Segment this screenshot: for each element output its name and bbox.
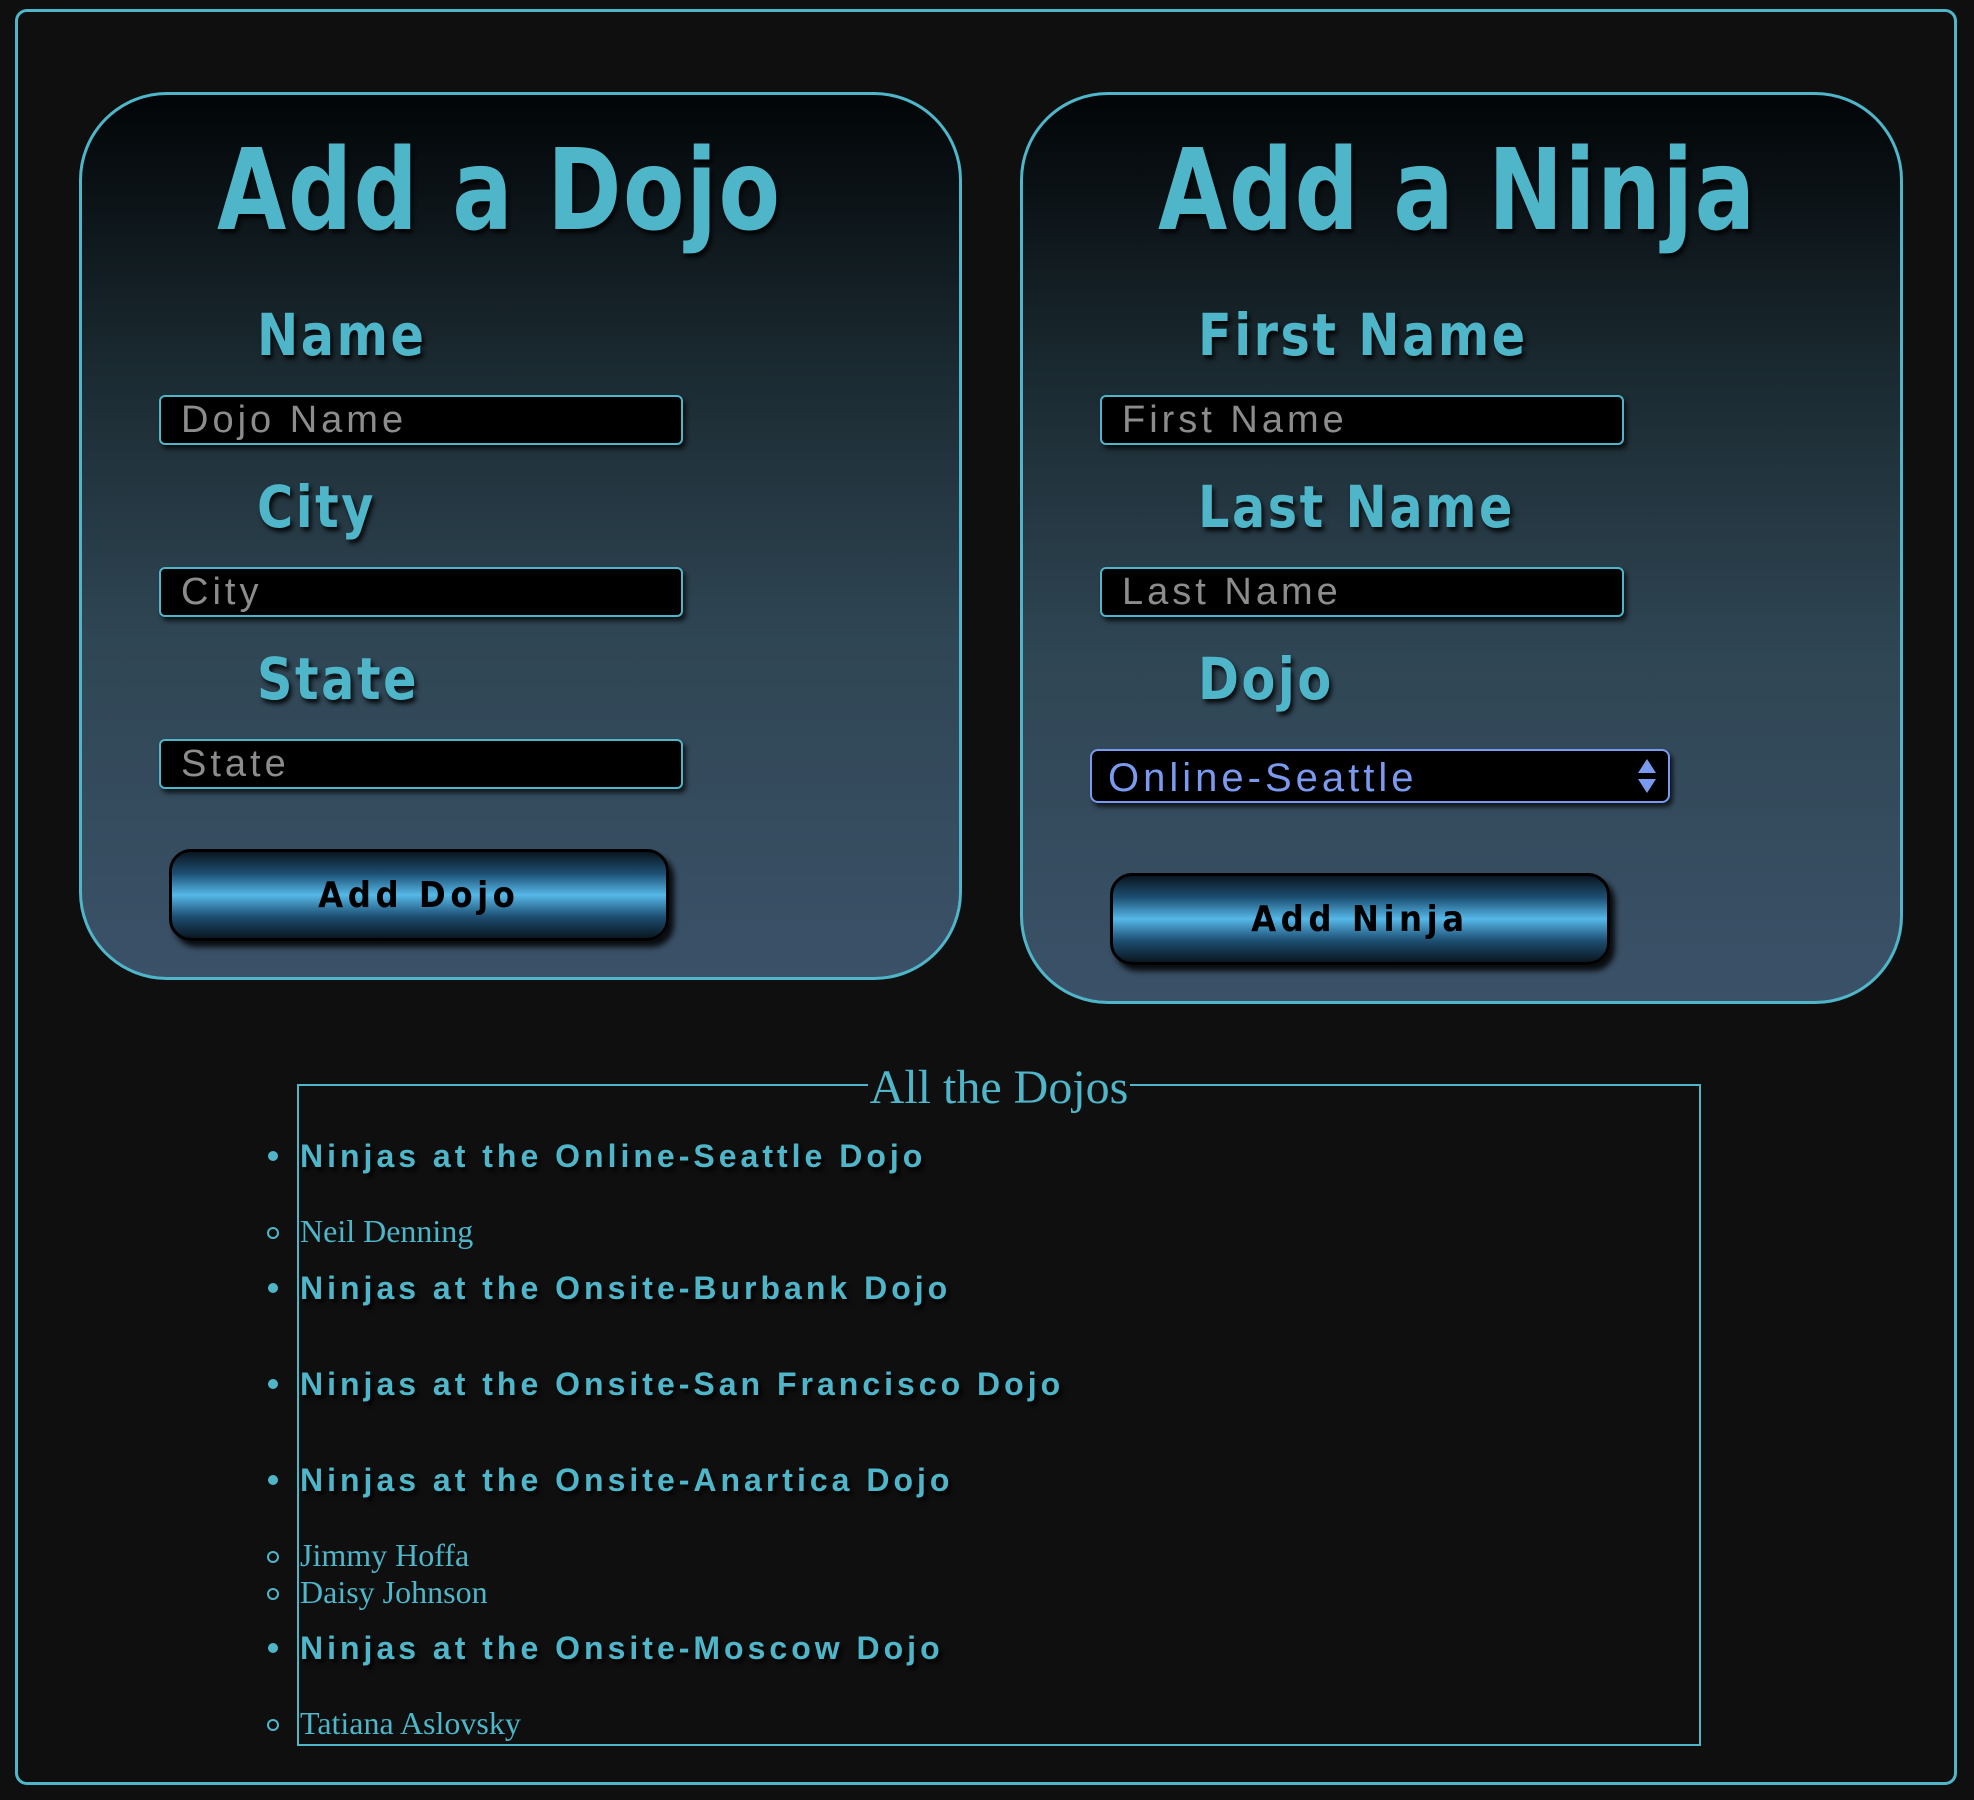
- add-dojo-button-label: Add Dojo: [318, 874, 520, 916]
- disc-bullet: [268, 1475, 278, 1485]
- first-name-input[interactable]: [1100, 395, 1624, 445]
- dojo-heading: Ninjas at the Onsite-Moscow Dojo: [300, 1630, 944, 1666]
- dojo-name-input[interactable]: [159, 395, 683, 445]
- ninja-name: Jimmy Hoffa: [300, 1537, 470, 1573]
- add-ninja-panel: Add a Ninja First Name Last Name Dojo On…: [1020, 92, 1903, 1004]
- dojo-name-label: Name: [257, 301, 427, 369]
- dojo-city-input[interactable]: [159, 567, 683, 617]
- add-ninja-button[interactable]: Add Ninja: [1110, 873, 1610, 965]
- add-dojo-title: Add a Dojo: [217, 126, 782, 256]
- dojo-heading: Ninjas at the Online-Seattle Dojo: [300, 1138, 927, 1174]
- ninja-name: Daisy Johnson: [300, 1574, 488, 1610]
- dojo-heading: Ninjas at the Onsite-Anartica Dojo: [300, 1462, 954, 1498]
- add-dojo-panel: Add a Dojo Name City State Add Dojo: [79, 92, 962, 980]
- first-name-label: First Name: [1198, 301, 1528, 369]
- dojo-state-label: State: [257, 645, 420, 713]
- circle-bullet: [267, 1551, 279, 1563]
- dojo-select[interactable]: Online-Seattle: [1090, 749, 1670, 803]
- select-arrows-icon: [1638, 759, 1656, 793]
- disc-bullet: [268, 1151, 278, 1161]
- add-ninja-title: Add a Ninja: [1158, 126, 1757, 256]
- dojo-heading: Ninjas at the Onsite-San Francisco Dojo: [300, 1366, 1065, 1402]
- dojo-select-label: Dojo: [1198, 645, 1334, 713]
- dojo-select-value: Online-Seattle: [1108, 756, 1418, 800]
- ninja-name: Tatiana Aslovsky: [300, 1705, 521, 1741]
- dojo-heading: Ninjas at the Onsite-Burbank Dojo: [300, 1270, 952, 1306]
- dojo-city-label: City: [257, 473, 376, 541]
- last-name-label: Last Name: [1198, 473, 1516, 541]
- last-name-input[interactable]: [1100, 567, 1624, 617]
- disc-bullet: [268, 1643, 278, 1653]
- add-ninja-button-label: Add Ninja: [1251, 898, 1469, 940]
- ninja-name: Neil Denning: [300, 1213, 474, 1249]
- disc-bullet: [268, 1379, 278, 1389]
- circle-bullet: [267, 1719, 279, 1731]
- dojo-state-input[interactable]: [159, 739, 683, 789]
- add-dojo-button[interactable]: Add Dojo: [169, 849, 669, 941]
- disc-bullet: [268, 1283, 278, 1293]
- circle-bullet: [267, 1227, 279, 1239]
- circle-bullet: [267, 1588, 279, 1600]
